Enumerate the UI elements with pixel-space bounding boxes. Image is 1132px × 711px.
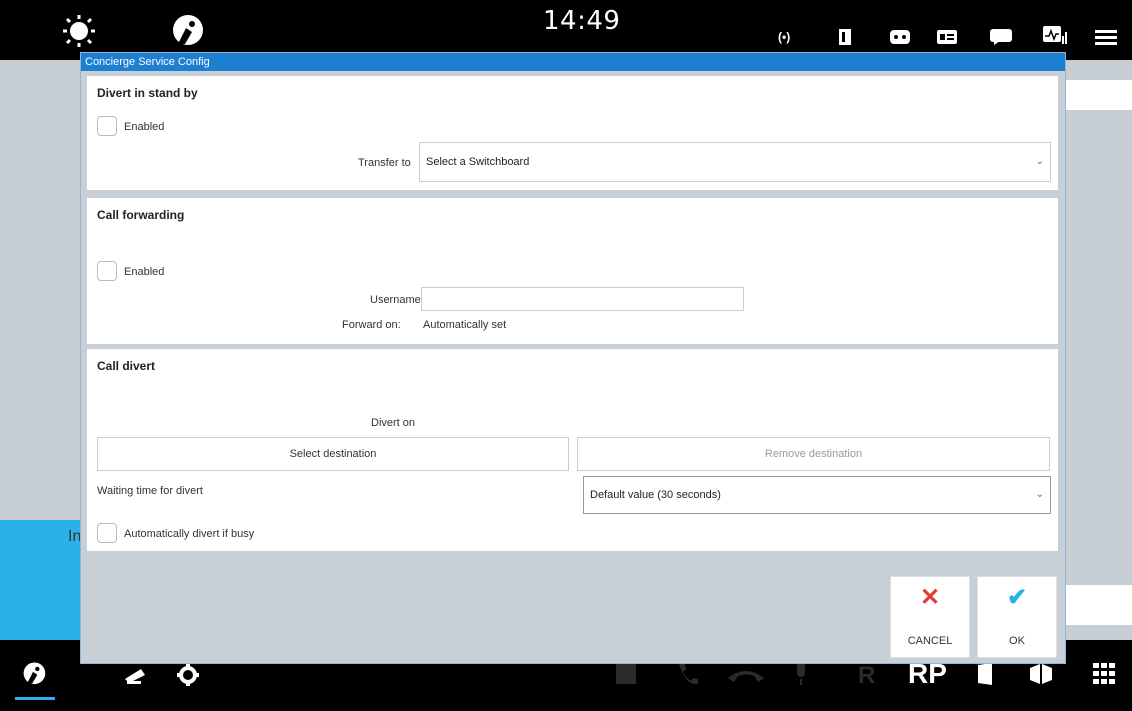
divert-on-label: Divert on: [371, 417, 416, 429]
divert-standby-panel: Divert in stand by Enabled Transfer to S…: [87, 76, 1058, 190]
phone-icon[interactable]: [676, 662, 698, 691]
switchboard-select-value: Select a Switchboard: [426, 156, 530, 168]
gate-icon[interactable]: [1030, 664, 1052, 689]
call-divert-panel: Call divert Divert on Select destination…: [87, 349, 1058, 551]
broadcast-icon[interactable]: (•): [778, 30, 790, 44]
call-forwarding-panel: Call forwarding Enabled Username Forward…: [87, 198, 1058, 344]
menu-icon[interactable]: [1095, 30, 1117, 51]
waiting-time-value: Default value (30 seconds): [590, 489, 721, 501]
microphone-icon[interactable]: [793, 661, 809, 692]
auto-divert-checkbox[interactable]: [97, 523, 117, 543]
ok-button[interactable]: ✔ OK: [977, 576, 1057, 658]
voicemail-icon[interactable]: [890, 30, 910, 49]
close-icon: ✕: [919, 584, 941, 611]
waiting-time-label: Waiting time for divert: [97, 485, 203, 497]
forward-on-value: Automatically set: [423, 319, 507, 331]
chevron-down-icon: ⌄: [1035, 489, 1044, 500]
waiting-time-select[interactable]: Default value (30 seconds) ⌄: [583, 476, 1051, 514]
clock: 14:49: [543, 6, 621, 36]
forward-on-label: Forward on:: [342, 319, 401, 331]
chat-icon[interactable]: [990, 29, 1012, 50]
remove-destination-button[interactable]: Remove destination: [577, 437, 1050, 471]
concierge-tab-icon[interactable]: [20, 661, 46, 692]
forwarding-enabled-checkbox[interactable]: [97, 261, 117, 281]
username-input[interactable]: [421, 287, 744, 311]
section-title: Call forwarding: [97, 208, 185, 222]
chevron-down-icon: ⌄: [1035, 156, 1044, 167]
select-destination-button[interactable]: Select destination: [97, 437, 569, 471]
switchboard-select[interactable]: Select a Switchboard ⌄: [419, 142, 1051, 182]
hangup-icon[interactable]: [728, 668, 764, 687]
section-title: Divert in stand by: [97, 86, 198, 100]
top-status-bar: 14:49 (•): [0, 0, 1132, 60]
concierge-icon[interactable]: [168, 14, 204, 53]
username-label: Username: [370, 294, 421, 306]
contact-card-icon[interactable]: [937, 30, 957, 49]
monitor-icon[interactable]: [1043, 26, 1067, 51]
door-open-icon[interactable]: [978, 663, 992, 690]
cancel-button[interactable]: ✕ CANCEL: [890, 576, 970, 658]
camera-icon[interactable]: [125, 667, 149, 690]
keypad-icon[interactable]: [1093, 663, 1115, 690]
standby-enabled-checkbox[interactable]: [97, 116, 117, 136]
enabled-label: Enabled: [124, 121, 165, 133]
checkmark-icon: ✔: [1006, 584, 1028, 611]
transfer-to-label: Transfer to: [358, 157, 411, 169]
ok-label: OK: [1009, 635, 1025, 647]
brightness-icon[interactable]: [62, 14, 96, 53]
door-icon[interactable]: [838, 28, 852, 51]
enabled-label: Enabled: [124, 266, 165, 278]
section-title: Call divert: [97, 359, 156, 373]
concierge-config-dialog: Concierge Service Config Divert in stand…: [80, 52, 1066, 664]
recall-button[interactable]: R: [858, 662, 875, 690]
transfer-icon[interactable]: [616, 664, 636, 689]
cancel-label: CANCEL: [907, 635, 953, 647]
dialog-title: Concierge Service Config: [81, 53, 1065, 71]
settings-gear-icon[interactable]: [177, 664, 199, 691]
active-tab-indicator: [15, 697, 55, 700]
auto-divert-label: Automatically divert if busy: [124, 528, 255, 540]
